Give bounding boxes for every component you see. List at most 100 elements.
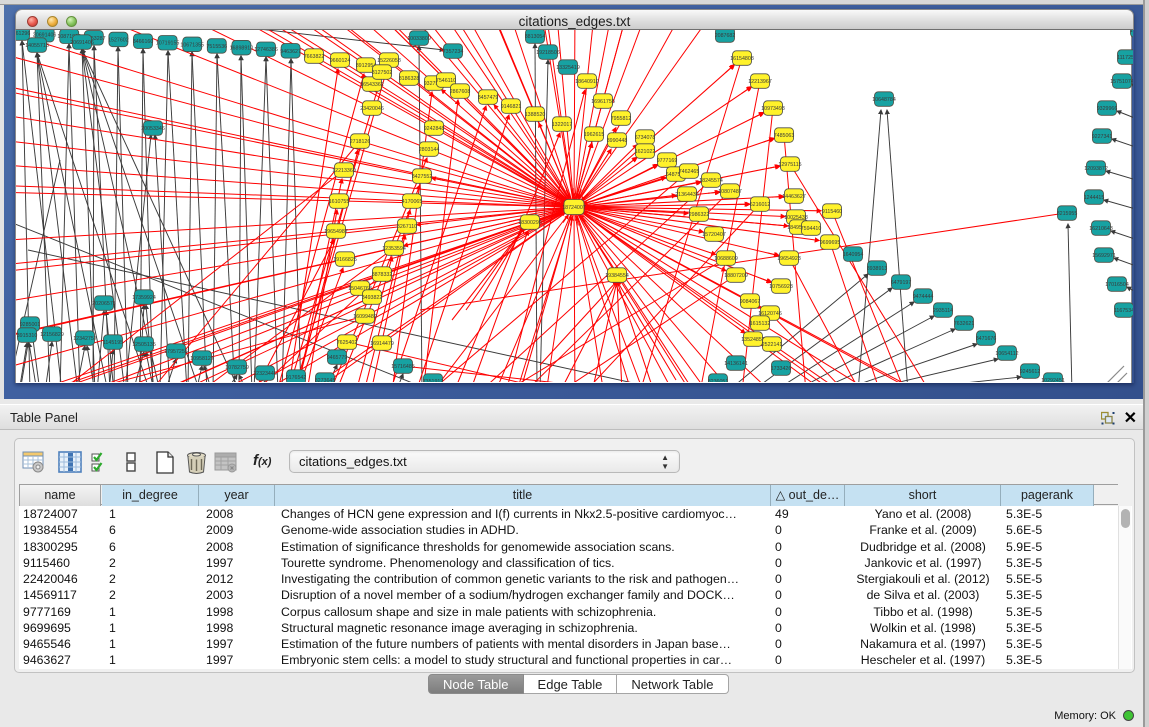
svg-text:13325419: 13325419 xyxy=(556,65,580,71)
svg-text:17016504: 17016504 xyxy=(1105,282,1129,288)
svg-text:7515536: 7515536 xyxy=(206,44,227,50)
svg-text:12746386: 12746386 xyxy=(254,47,278,53)
svg-text:8938913: 8938913 xyxy=(867,266,888,272)
svg-text:10671355: 10671355 xyxy=(180,42,204,48)
svg-text:10973493: 10973493 xyxy=(761,106,785,112)
svg-text:18245574: 18245574 xyxy=(699,178,723,184)
svg-text:9329966: 9329966 xyxy=(1097,106,1118,112)
svg-text:8215955: 8215955 xyxy=(1057,211,1078,217)
svg-text:10648784: 10648784 xyxy=(872,97,896,103)
svg-text:7357234: 7357234 xyxy=(443,49,464,55)
svg-text:8990448: 8990448 xyxy=(607,138,628,144)
svg-text:10756928: 10756928 xyxy=(769,284,793,290)
svg-text:12353594: 12353594 xyxy=(382,246,406,252)
svg-text:7594410: 7594410 xyxy=(801,226,822,232)
svg-text:12213967: 12213967 xyxy=(748,79,772,85)
svg-text:16543362: 16543362 xyxy=(360,82,384,88)
svg-text:10782759: 10782759 xyxy=(225,365,249,371)
svg-text:16914479: 16914479 xyxy=(370,341,394,347)
svg-text:8427552: 8427552 xyxy=(412,174,433,180)
svg-text:1512197: 1512197 xyxy=(1130,30,1133,34)
svg-text:8878332: 8878332 xyxy=(372,272,393,278)
svg-text:12156829: 12156829 xyxy=(40,332,64,338)
svg-text:21364436: 21364436 xyxy=(675,192,699,198)
svg-text:6479197: 6479197 xyxy=(891,280,912,286)
svg-text:2803144: 2803144 xyxy=(419,147,440,153)
svg-text:20053346: 20053346 xyxy=(141,126,165,132)
svg-text:9361296: 9361296 xyxy=(16,31,30,37)
svg-text:9660124: 9660124 xyxy=(330,58,351,64)
svg-text:1610755: 1610755 xyxy=(329,199,350,205)
svg-text:16898910: 16898910 xyxy=(230,46,254,52)
svg-text:19654987: 19654987 xyxy=(324,229,348,235)
svg-text:2935114: 2935114 xyxy=(933,308,953,314)
svg-text:6734078: 6734078 xyxy=(635,135,656,141)
svg-text:14055713: 14055713 xyxy=(25,43,49,49)
svg-text:12505135: 12505135 xyxy=(132,342,156,348)
svg-text:1117253: 1117253 xyxy=(1117,55,1133,61)
svg-text:9227341: 9227341 xyxy=(1092,134,1113,140)
svg-text:12213369: 12213369 xyxy=(332,168,356,174)
svg-text:10807487: 10807487 xyxy=(718,189,742,195)
svg-text:9285001: 9285001 xyxy=(20,322,41,328)
svg-text:8186328: 8186328 xyxy=(399,76,420,82)
svg-text:14136141: 14136141 xyxy=(724,361,748,367)
svg-text:1167534: 1167534 xyxy=(1114,308,1133,314)
svg-text:9777169: 9777169 xyxy=(657,158,678,164)
svg-text:3127502: 3127502 xyxy=(372,70,393,76)
svg-text:12975115: 12975115 xyxy=(778,162,801,168)
svg-text:12342757: 12342757 xyxy=(73,336,97,342)
svg-text:7663822: 7663822 xyxy=(304,54,325,60)
svg-text:9474444: 9474444 xyxy=(913,294,934,300)
svg-text:9146821: 9146821 xyxy=(501,104,522,110)
svg-text:18807209: 18807209 xyxy=(724,273,748,279)
svg-text:17957255: 17957255 xyxy=(164,349,188,355)
svg-text:1527602: 1527602 xyxy=(108,38,129,44)
svg-text:2087682: 2087682 xyxy=(715,33,736,39)
svg-text:19166825: 19166825 xyxy=(333,257,357,263)
svg-text:17359924: 17359924 xyxy=(132,295,156,301)
svg-text:15716485: 15716485 xyxy=(391,364,415,370)
svg-text:14463627: 14463627 xyxy=(782,194,806,200)
svg-text:8466160: 8466160 xyxy=(133,39,154,45)
svg-text:1388520: 1388520 xyxy=(525,112,546,118)
svg-text:10958127: 10958127 xyxy=(190,356,214,362)
svg-text:8813054: 8813054 xyxy=(525,34,546,40)
svg-text:1322017: 1322017 xyxy=(552,122,573,128)
svg-text:9176542: 9176542 xyxy=(286,375,307,381)
svg-text:8471676: 8471676 xyxy=(976,336,997,342)
svg-text:6216012: 6216012 xyxy=(750,202,771,208)
svg-text:7351912: 7351912 xyxy=(423,379,444,382)
svg-text:10654112: 10654112 xyxy=(995,351,1018,357)
svg-text:19654923: 19654923 xyxy=(777,256,801,262)
svg-text:1640954: 1640954 xyxy=(843,252,864,258)
svg-text:16961758: 16961758 xyxy=(591,99,615,105)
svg-text:4170065: 4170065 xyxy=(402,199,423,205)
svg-text:9699695: 9699695 xyxy=(820,240,841,246)
svg-text:2867608: 2867608 xyxy=(450,89,471,95)
svg-text:3493822: 3493822 xyxy=(362,295,383,301)
svg-text:1733426: 1733426 xyxy=(771,366,792,372)
svg-text:15692971: 15692971 xyxy=(1092,253,1116,259)
svg-text:18640910: 18640910 xyxy=(575,79,599,85)
svg-text:9245612: 9245612 xyxy=(1020,369,1041,375)
svg-text:20691406: 20691406 xyxy=(70,40,94,46)
svg-text:16210643: 16210643 xyxy=(1089,226,1113,232)
svg-text:7462465: 7462465 xyxy=(679,169,700,175)
svg-text:23420046: 23420046 xyxy=(360,106,384,112)
svg-text:19384554: 19384554 xyxy=(605,273,629,279)
svg-text:19218506: 19218506 xyxy=(536,50,560,56)
svg-text:12093872: 12093872 xyxy=(1084,166,1108,172)
svg-text:10719155: 10719155 xyxy=(156,41,180,47)
svg-text:10688609: 10688609 xyxy=(714,256,738,262)
svg-text:8236051: 8236051 xyxy=(708,379,729,382)
svg-text:16154808: 16154808 xyxy=(730,56,754,62)
svg-text:2986322: 2986322 xyxy=(689,212,710,218)
svg-text:18724007: 18724007 xyxy=(562,205,586,211)
svg-text:1621022: 1621022 xyxy=(635,149,656,155)
svg-text:15751074: 15751074 xyxy=(1110,79,1133,85)
svg-text:20206575: 20206575 xyxy=(92,301,116,307)
svg-text:18300295: 18300295 xyxy=(518,220,542,226)
svg-text:7485063: 7485063 xyxy=(774,133,795,139)
svg-text:7625402: 7625402 xyxy=(337,340,358,346)
